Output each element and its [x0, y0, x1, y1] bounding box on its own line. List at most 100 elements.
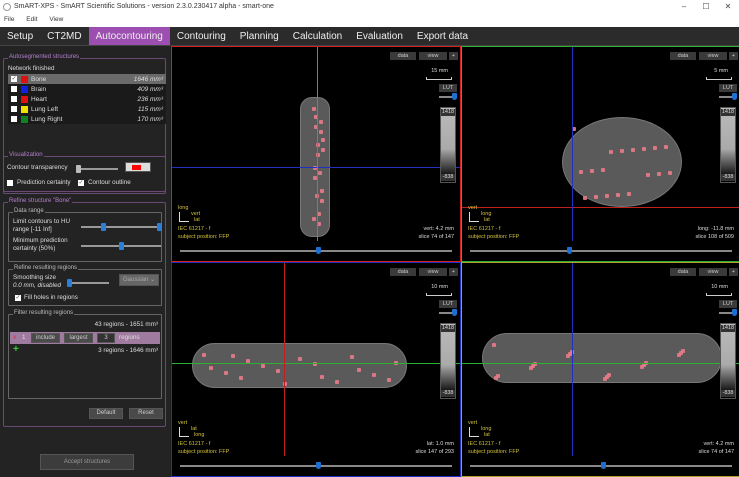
structure-color-swatch[interactable]: [21, 85, 28, 93]
tab-export-data[interactable]: Export data: [410, 27, 475, 45]
view-button[interactable]: view: [699, 268, 727, 276]
lut-button[interactable]: LUT: [719, 300, 737, 308]
remove-rule-icon[interactable]: x: [13, 334, 16, 342]
maximize-button[interactable]: ☐: [695, 0, 717, 14]
crosshair-horizontal[interactable]: [172, 363, 460, 364]
default-button[interactable]: Default: [89, 408, 123, 419]
structure-row[interactable]: Lung Right 170 mm³: [8, 114, 166, 124]
slider-handle[interactable]: [452, 93, 457, 100]
view-button[interactable]: view: [699, 52, 727, 60]
count-input[interactable]: 3: [97, 333, 115, 343]
lut-slider[interactable]: [719, 309, 737, 316]
slider-handle[interactable]: [732, 309, 737, 316]
slider-handle-min[interactable]: [101, 223, 106, 231]
data-button[interactable]: data: [390, 52, 416, 60]
add-button[interactable]: +: [449, 268, 458, 276]
menu-view[interactable]: View: [49, 16, 63, 23]
filter-dropdown[interactable]: Gaussian ⌄: [119, 274, 159, 286]
prediction-certainty-checkbox[interactable]: [7, 180, 13, 186]
close-button[interactable]: ✕: [717, 0, 739, 14]
lut-button[interactable]: LUT: [439, 84, 457, 92]
lut-slider[interactable]: [439, 309, 457, 316]
data-button[interactable]: data: [670, 52, 696, 60]
hu-range-slider[interactable]: [81, 223, 162, 231]
lut-button[interactable]: LUT: [439, 300, 457, 308]
view-button[interactable]: view: [419, 268, 447, 276]
tab-ct2md[interactable]: CT2MD: [40, 27, 88, 45]
tab-contouring[interactable]: Contouring: [170, 27, 233, 45]
viewport-bottom-left[interactable]: data view + 10 mm LUT 1418 -838 vert lat…: [171, 262, 461, 477]
viewport-top-left[interactable]: data view + 15 mm LUT 1418 -838 long ver…: [171, 46, 461, 262]
lut-slider[interactable]: [719, 93, 737, 100]
add-rule-icon[interactable]: +: [13, 345, 19, 355]
slider-handle-max[interactable]: [157, 223, 162, 231]
structure-checkbox[interactable]: [11, 86, 17, 92]
slider-handle[interactable]: [76, 165, 81, 173]
transparency-slider[interactable]: [76, 165, 118, 173]
structure-checkbox[interactable]: [11, 106, 17, 112]
structure-row[interactable]: ✓ Bone 1646 mm³: [8, 74, 166, 84]
minimize-button[interactable]: –: [673, 0, 695, 14]
slider-handle[interactable]: [601, 462, 606, 469]
tab-planning[interactable]: Planning: [233, 27, 286, 45]
data-button[interactable]: data: [670, 268, 696, 276]
add-button[interactable]: +: [729, 268, 738, 276]
slider-handle[interactable]: [452, 309, 457, 316]
view-button[interactable]: view: [419, 52, 447, 60]
color-picker[interactable]: [125, 162, 151, 172]
slider-handle[interactable]: [316, 247, 321, 254]
add-button[interactable]: +: [449, 52, 458, 60]
structure-color-swatch[interactable]: [21, 115, 28, 123]
slider-handle[interactable]: [566, 247, 572, 254]
structure-color-swatch[interactable]: [21, 95, 28, 103]
structure-checkbox[interactable]: [11, 96, 17, 102]
crosshair-vertical[interactable]: [572, 263, 573, 456]
fill-holes-checkbox[interactable]: ✓: [15, 295, 21, 301]
slice-slider[interactable]: [470, 247, 732, 254]
accept-structures-button[interactable]: Accept structures: [40, 454, 134, 470]
slider-handle[interactable]: [732, 93, 737, 100]
certainty-slider[interactable]: [81, 242, 161, 250]
slice-slider[interactable]: [180, 462, 452, 469]
lut-slider[interactable]: [439, 93, 457, 100]
tab-calculation[interactable]: Calculation: [286, 27, 349, 45]
lut-colorbar[interactable]: [440, 323, 456, 399]
smoothing-slider[interactable]: [67, 279, 109, 287]
tab-setup[interactable]: Setup: [0, 27, 40, 45]
lut-colorbar[interactable]: [720, 323, 736, 399]
crosshair-vertical[interactable]: [317, 47, 318, 241]
slice-slider[interactable]: [180, 247, 452, 254]
slider-handle[interactable]: [316, 462, 321, 469]
contour-outline-checkbox[interactable]: ✓: [78, 180, 84, 186]
crosshair-vertical[interactable]: [572, 47, 573, 241]
structure-checkbox[interactable]: ✓: [11, 76, 17, 82]
structure-row[interactable]: Lung Left 115 mm³: [8, 104, 166, 114]
structure-color-swatch[interactable]: [21, 75, 28, 83]
structure-checkbox[interactable]: [11, 116, 17, 122]
reset-button[interactable]: Reset: [129, 408, 163, 419]
lut-colorbar[interactable]: [720, 107, 736, 183]
menu-edit[interactable]: Edit: [26, 16, 37, 23]
add-button[interactable]: +: [729, 52, 738, 60]
group-title: Refine structure "Bone": [8, 198, 73, 204]
tab-evaluation[interactable]: Evaluation: [349, 27, 410, 45]
crosshair-vertical[interactable]: [284, 263, 285, 456]
slider-handle[interactable]: [67, 279, 72, 287]
mode-button[interactable]: include: [31, 333, 60, 343]
menu-file[interactable]: File: [4, 16, 14, 23]
data-button[interactable]: data: [390, 268, 416, 276]
crosshair-horizontal[interactable]: [462, 363, 739, 364]
slice-slider[interactable]: [470, 462, 732, 469]
crosshair-horizontal[interactable]: [172, 167, 460, 168]
structure-row[interactable]: Brain 409 mm³: [8, 84, 166, 94]
crosshair-horizontal[interactable]: [462, 207, 739, 208]
viewport-top-right[interactable]: data view + 5 mm LUT 1418 -838 vert long…: [461, 46, 739, 262]
lut-button[interactable]: LUT: [719, 84, 737, 92]
tab-autocontouring[interactable]: Autocontouring: [88, 27, 170, 45]
structure-row[interactable]: Heart 236 mm³: [8, 94, 166, 104]
lut-colorbar[interactable]: [440, 107, 456, 183]
structure-color-swatch[interactable]: [21, 105, 28, 113]
slider-handle[interactable]: [119, 242, 124, 250]
viewport-bottom-right[interactable]: data view + 10 mm LUT 1418 -838 vert lon…: [461, 262, 739, 477]
which-button[interactable]: largest: [64, 333, 93, 343]
